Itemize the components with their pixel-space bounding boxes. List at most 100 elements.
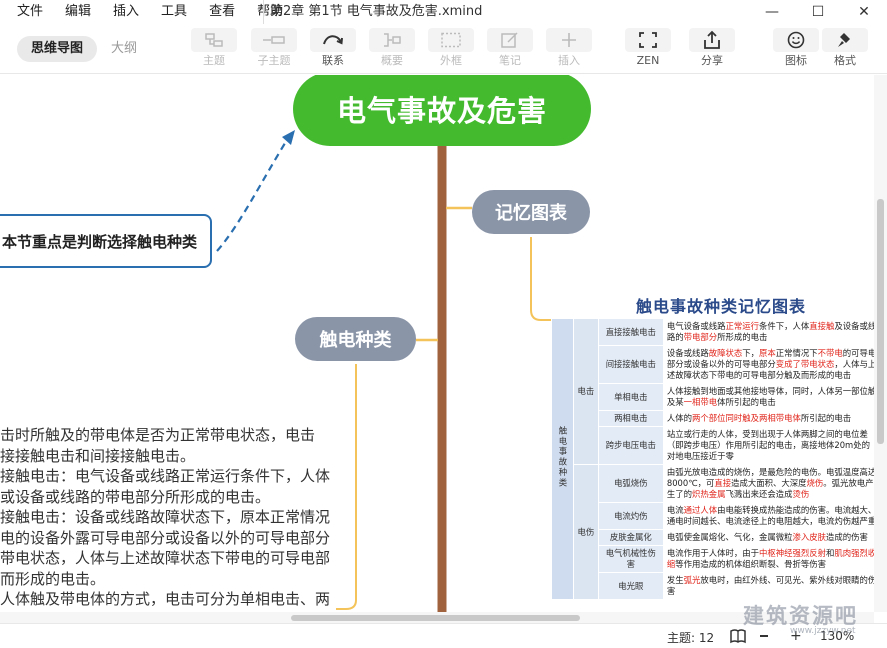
share-label: 分享 (701, 54, 723, 67)
boundary-button[interactable]: 外框 (428, 28, 474, 67)
table-cell-description: 电流作用于人体时，由于中枢神经强烈反射和肌肉强烈收缩等作用造成的机体组织断裂、骨… (662, 545, 874, 573)
table-cell-description: 人体接触到地面或其他接地导体，同时，人体另一部位触及某一相带电体所引起的电击 (662, 383, 874, 411)
description-fragment: 下， (742, 348, 760, 358)
toolbar: 思维导图 大纲 主题 子主题 联系 概要 外框 笔记 插入 ZEN 分享 图标 … (0, 24, 887, 74)
zen-button[interactable]: ZEN (625, 28, 671, 67)
table-root-text: 触电事故种类 (557, 426, 568, 489)
menu-insert[interactable]: 插入 (102, 0, 150, 24)
note-line: 接触电击：电气设备或线路正常运行条件下，人体 (0, 467, 331, 485)
zoom-out-icon[interactable] (760, 635, 768, 637)
table-row: 电伤 电弧烧伤 由弧光放电造成的烧伤，是最危险的电伤。电弧温度高达8000℃，可直接… (552, 464, 874, 600)
vertical-scrollbar[interactable] (874, 75, 887, 612)
description-fragment: 电流 (666, 505, 684, 515)
share-button[interactable]: 分享 (689, 28, 735, 67)
menu-view[interactable]: 查看 (198, 0, 246, 24)
shock-note-text[interactable]: 击时所触及的带电体是否为正常带电状态，电击 接接触电击和间接接触电击。 接触电击… (0, 425, 345, 610)
topic-button[interactable]: 主题 (191, 28, 237, 67)
boundary-label: 外框 (440, 54, 462, 67)
description-fragment: 不带电 (817, 348, 843, 358)
menu-list: 文件 编辑 插入 工具 查看 帮助 (0, 0, 294, 24)
description-fragment: 所引起的电击 (800, 413, 852, 423)
table-cell-name: 间接接触电击 (597, 345, 664, 384)
table-row: 皮肤金属化 电弧使金属熔化、气化，金属微粒渗入皮肤造成的伤害 (552, 529, 874, 546)
xmind-window: 文件 编辑 插入 工具 查看 帮助 第2章 第1节 电气事故及危害.xmind … (0, 0, 887, 648)
share-icon (689, 28, 735, 52)
description-fragment: 电弧使金属熔化、气化，金属微粒 (666, 532, 793, 542)
tab-outline[interactable]: 大纲 (97, 36, 151, 62)
table-cell-name: 直接接触电击 (597, 318, 664, 346)
summary-icon (369, 28, 415, 52)
table-root-label: 触电事故种类 (551, 318, 574, 600)
description-fragment: 烧伤 (806, 478, 824, 488)
table-cell-description: 发生弧光放电时，由红外线、可见光、紫外线对眼睛的伤害 (662, 572, 874, 600)
shock-types-table: 触电事故种类 电击 直接接触电击 电气设备或线路正常运行条件下，人体直接触及设备或线路… (551, 318, 874, 600)
brush-icon (822, 28, 868, 52)
note-button[interactable]: 笔记 (487, 28, 533, 67)
close-button[interactable]: ✕ (841, 0, 887, 24)
book-icon[interactable] (729, 628, 747, 647)
subtopic-icon (251, 28, 297, 52)
topic-shock-types[interactable]: 触电种类 (295, 317, 416, 361)
description-fragment: 带电部分 (683, 332, 718, 342)
mindmap-canvas[interactable]: 电气事故及危害 记忆图表 触电种类 本节重点是判断选择触电种类 击时所触及的带电… (0, 75, 874, 612)
description-fragment: 体所引起的电击 (717, 397, 776, 407)
tab-mindmap[interactable]: 思维导图 (17, 36, 98, 62)
menu-file[interactable]: 文件 (6, 0, 54, 24)
insert-label: 插入 (558, 54, 580, 67)
topic-memory-chart[interactable]: 记忆图表 (472, 190, 590, 234)
description-fragment: 条件下，人体 (759, 321, 810, 331)
window-controls: — ☐ ✕ (749, 0, 887, 24)
maximize-button[interactable]: ☐ (795, 0, 841, 24)
table-group-burn: 电伤 (572, 464, 599, 600)
vertical-scroll-thumb[interactable] (877, 199, 884, 444)
horizontal-scroll-thumb[interactable] (291, 615, 580, 621)
note-line: 带电状态，人体与上述故障状态下带电的可导电部 (0, 549, 331, 567)
format-panel-button[interactable]: 格式 (822, 28, 868, 67)
table-cell-name: 电气机械性伤害 (597, 545, 664, 573)
floating-topic[interactable]: 本节重点是判断选择触电种类 (0, 214, 212, 268)
description-fragment: 一相带电 (683, 397, 718, 407)
table-cell-description: 电流通过人体由电能转换成热能造成的伤害。电流越大、通电时间越长、电流途径上的电阻… (662, 502, 874, 530)
summary-button[interactable]: 概要 (369, 28, 415, 67)
table-cell-name: 电弧烧伤 (597, 464, 664, 503)
minimize-button[interactable]: — (749, 0, 795, 24)
table-cell-description: 设备或线路故障状态下，原本正常情况下不带电的可导电部分或设备以外的可导电部分变成… (662, 345, 874, 384)
relationship-button[interactable]: 联系 (310, 28, 356, 67)
insert-button[interactable]: 插入 (546, 28, 592, 67)
menu-edit[interactable]: 编辑 (54, 0, 102, 24)
description-fragment: 站立或行走的人体，受到出现于人体两脚之间的电位差（即跨步电压）作用所引起的电击，… (666, 429, 870, 461)
description-fragment: 人体的 (666, 413, 693, 423)
description-fragment: 直接触 (809, 321, 835, 331)
note-label: 笔记 (499, 54, 521, 67)
memory-chart-image[interactable]: 触电事故种类记忆图表 触电事故种类 电击 直接接触电击 电气设备或线路正常运行条件下，… (551, 293, 874, 612)
central-topic[interactable]: 电气事故及危害 (293, 75, 591, 146)
note-icon (487, 28, 533, 52)
topic-label: 主题 (203, 54, 225, 67)
table-row: 跨步电压电击 站立或行走的人体，受到出现于人体两脚之间的电位差（即跨步电压）作用所… (552, 426, 874, 465)
zen-label: ZEN (636, 54, 660, 67)
summary-label: 概要 (381, 54, 403, 67)
table-cell-description: 由弧光放电造成的烧伤，是最危险的电伤。电弧温度高达8000℃，可直接造成大面积、… (662, 464, 874, 503)
table-row: 单相电击 人体接触到地面或其他接地导体，同时，人体另一部位触及某一相带电体所引起的… (552, 383, 874, 411)
menu-tools[interactable]: 工具 (150, 0, 198, 24)
table-cell-name: 电流灼伤 (597, 502, 664, 530)
description-fragment: 渗入皮肤 (792, 532, 827, 542)
description-fragment: 中枢神经强烈反射 (759, 548, 827, 558)
relationship-arrow-icon (282, 130, 295, 145)
format-panel-label: 格式 (834, 54, 856, 67)
table-cell-name: 跨步电压电击 (597, 426, 664, 465)
topic-count: 主题: 12 (667, 631, 715, 645)
note-line: 击时所触及的带电体是否为正常带电状态，电击 (0, 426, 316, 444)
table-cell-name: 单相电击 (597, 383, 664, 411)
table-row: 电气机械性伤害 电流作用于人体时，由于中枢神经强烈反射和肌肉强烈收缩等作用造成的机… (552, 545, 874, 573)
note-line: 接触电击：设备或线路故障状态下，原本正常情况 (0, 508, 331, 526)
description-fragment: 原本 (759, 348, 776, 358)
subtopic-button[interactable]: 子主题 (251, 28, 297, 67)
icon-panel-button[interactable]: 图标 (773, 28, 819, 67)
table-row: 电流灼伤 电流通过人体由电能转换成热能造成的伤害。电流越大、通电时间越长、电流途径… (552, 502, 874, 530)
memory-child-line (530, 237, 551, 321)
table-row: 两相电击 人体的两个部位同时触及两相带电体所引起的电击 (552, 410, 874, 427)
image-table-title: 触电事故种类记忆图表 (635, 297, 806, 316)
smiley-icon (773, 28, 819, 52)
description-fragment: 两个部位同时触及两相带电体 (692, 413, 801, 423)
